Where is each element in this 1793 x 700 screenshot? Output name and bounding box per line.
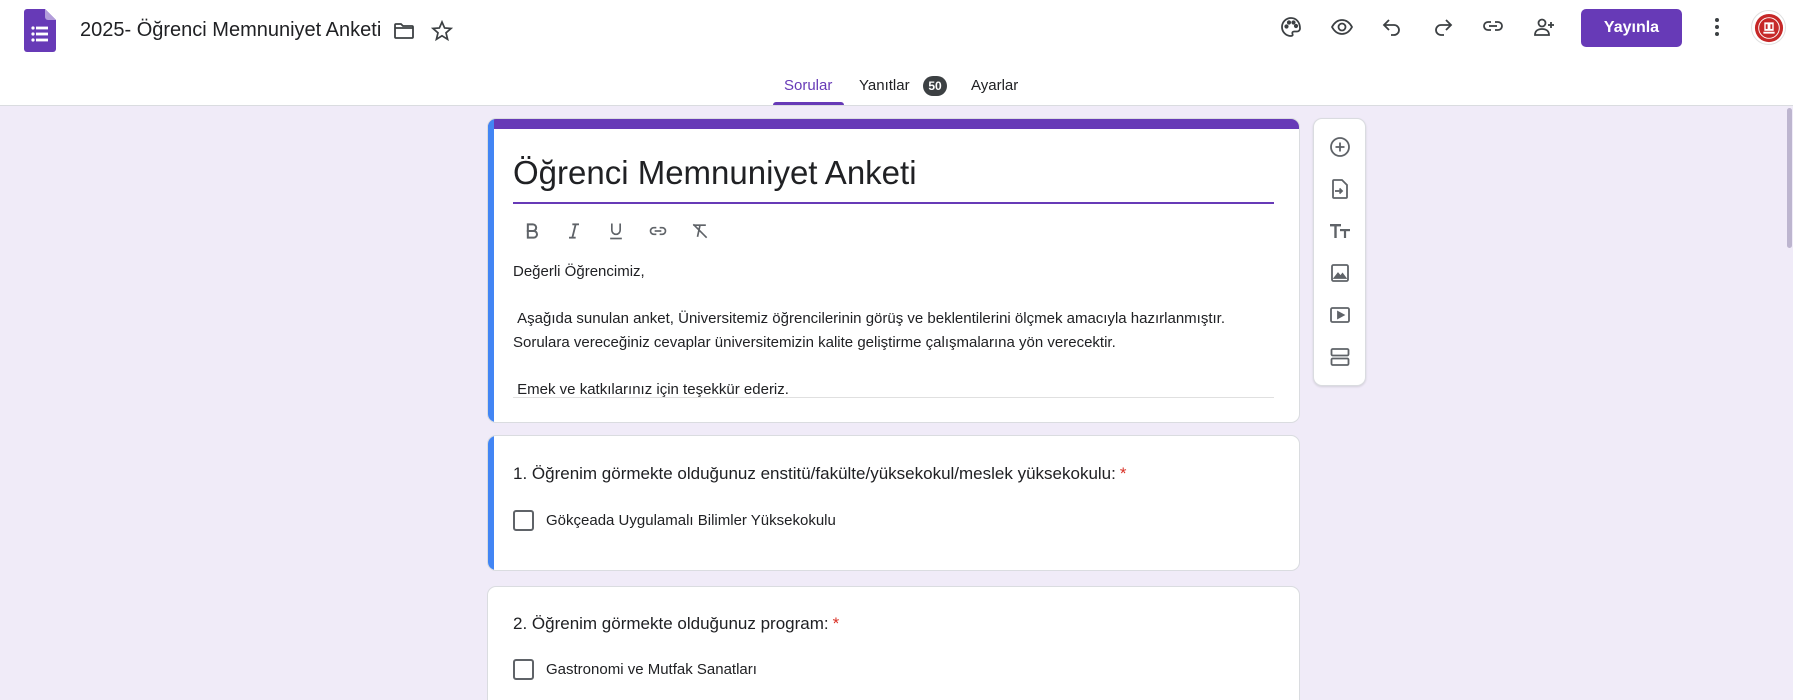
floating-question-toolbar bbox=[1313, 118, 1366, 386]
question-title: 2. Öğrenim görmekte olduğunuz program: * bbox=[513, 614, 839, 634]
scrollbar-thumb[interactable] bbox=[1787, 108, 1792, 248]
redo-icon[interactable] bbox=[1429, 13, 1457, 41]
link-icon[interactable] bbox=[646, 219, 670, 243]
required-mark: * bbox=[1119, 464, 1127, 483]
card-focus-indicator bbox=[488, 436, 494, 570]
form-tabs: Sorular Yanıtlar 50 Ayarlar bbox=[0, 62, 1793, 106]
question-card[interactable]: 1. Öğrenim görmekte olduğunuz enstitü/fa… bbox=[487, 435, 1300, 571]
question-text: 1. Öğrenim görmekte olduğunuz enstitü/fa… bbox=[513, 464, 1116, 483]
top-app-bar: 2025- Öğrenci Memnuniyet Anketi Yayınla bbox=[0, 0, 1793, 106]
document-title[interactable]: 2025- Öğrenci Memnuniyet Anketi bbox=[80, 19, 381, 42]
option-label: Gastronomi ve Mutfak Sanatları bbox=[546, 661, 757, 678]
add-title-icon[interactable] bbox=[1326, 217, 1354, 245]
form-title-card[interactable]: Öğrenci Memnuniyet Anketi Değerli Öğrenc… bbox=[487, 118, 1300, 423]
bold-icon[interactable] bbox=[520, 219, 544, 243]
add-video-icon[interactable] bbox=[1326, 301, 1354, 329]
clear-format-icon[interactable] bbox=[688, 219, 712, 243]
add-section-icon[interactable] bbox=[1326, 343, 1354, 371]
card-accent-bar bbox=[488, 119, 1299, 129]
checkbox-option[interactable]: Gastronomi ve Mutfak Sanatları bbox=[513, 659, 757, 680]
google-forms-logo-icon[interactable] bbox=[24, 9, 56, 52]
tab-responses[interactable]: Yanıtlar bbox=[859, 77, 910, 94]
description-underline bbox=[513, 397, 1274, 398]
checkbox[interactable] bbox=[513, 659, 534, 680]
account-avatar[interactable] bbox=[1751, 10, 1786, 45]
eye-icon[interactable] bbox=[1328, 13, 1356, 41]
publish-button[interactable]: Yayınla bbox=[1581, 9, 1682, 47]
text-format-toolbar bbox=[520, 214, 712, 248]
folder-icon[interactable] bbox=[390, 17, 418, 45]
form-description[interactable]: Değerli Öğrencimiz, Aşağıda sunulan anke… bbox=[513, 260, 1274, 401]
checkbox[interactable] bbox=[513, 510, 534, 531]
import-questions-icon[interactable] bbox=[1326, 175, 1354, 203]
active-tab-indicator bbox=[773, 102, 844, 105]
add-collaborator-icon[interactable] bbox=[1530, 13, 1558, 41]
required-mark: * bbox=[832, 614, 840, 633]
tab-questions[interactable]: Sorular bbox=[784, 77, 832, 94]
underline-icon[interactable] bbox=[604, 219, 628, 243]
question-title: 1. Öğrenim görmekte olduğunuz enstitü/fa… bbox=[513, 464, 1127, 484]
add-image-icon[interactable] bbox=[1326, 259, 1354, 287]
option-label: Gökçeada Uygulamalı Bilimler Yüksekokulu bbox=[546, 512, 836, 529]
responses-count-badge: 50 bbox=[923, 76, 947, 96]
title-underline bbox=[513, 202, 1274, 204]
add-question-icon[interactable] bbox=[1326, 133, 1354, 161]
form-title-input[interactable]: Öğrenci Memnuniyet Anketi bbox=[513, 154, 917, 192]
question-card[interactable]: 2. Öğrenim görmekte olduğunuz program: * … bbox=[487, 586, 1300, 700]
checkbox-option[interactable]: Gökçeada Uygulamalı Bilimler Yüksekokulu bbox=[513, 510, 836, 531]
question-text: 2. Öğrenim görmekte olduğunuz program: bbox=[513, 614, 829, 633]
star-icon[interactable] bbox=[428, 17, 456, 45]
more-vert-icon[interactable] bbox=[1703, 13, 1731, 41]
tab-settings[interactable]: Ayarlar bbox=[971, 77, 1018, 94]
italic-icon[interactable] bbox=[562, 219, 586, 243]
palette-icon[interactable] bbox=[1277, 13, 1305, 41]
card-focus-indicator bbox=[488, 119, 494, 422]
undo-icon[interactable] bbox=[1378, 13, 1406, 41]
link-icon[interactable] bbox=[1479, 12, 1507, 40]
